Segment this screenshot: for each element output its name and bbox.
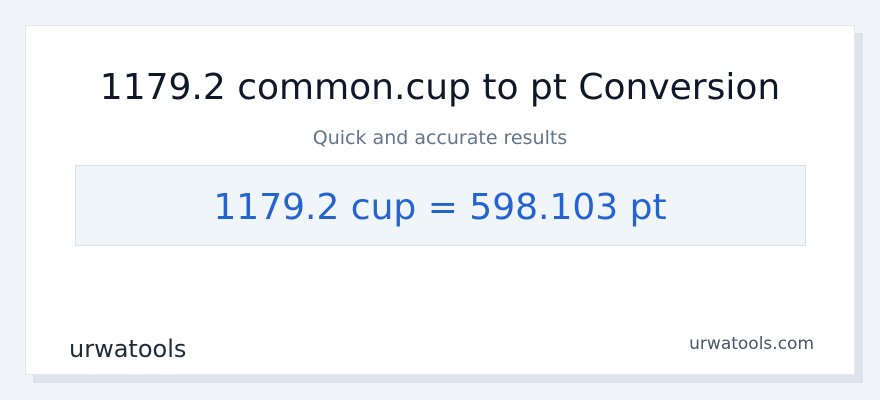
- urwatools-logo[interactable]: urwatools: [69, 334, 186, 364]
- page-title: 1179.2 common.cup to pt Conversion: [99, 67, 781, 108]
- page-subtitle: Quick and accurate results: [312, 127, 568, 149]
- conversion-result: 1179.2 cup = 598.103 pt: [213, 187, 667, 228]
- page: 1179.2 common.cup to pt Conversion Quick…: [0, 0, 880, 400]
- site-url-link[interactable]: urwatools.com: [689, 332, 814, 356]
